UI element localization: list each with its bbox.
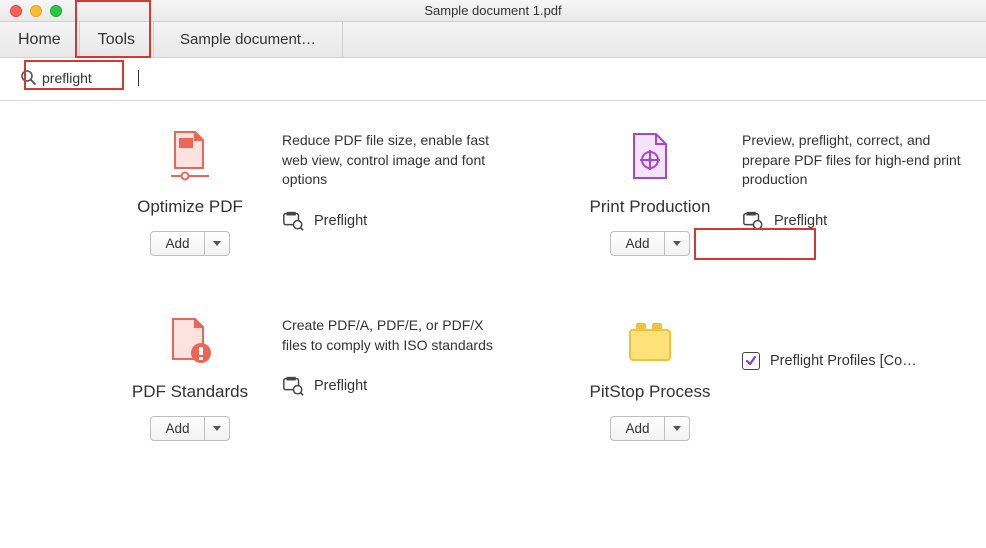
pitstop-process-icon xyxy=(625,316,675,368)
checkbox-icon xyxy=(742,352,760,370)
preflight-icon xyxy=(282,376,304,396)
preflight-link[interactable]: Preflight xyxy=(282,373,520,399)
preflight-link[interactable]: Preflight xyxy=(282,208,520,234)
tool-title: PitStop Process xyxy=(590,382,711,402)
optimize-pdf-icon xyxy=(165,131,215,183)
preflight-label: Preflight xyxy=(774,213,827,229)
print-production-icon xyxy=(625,131,675,183)
tool-title: Optimize PDF xyxy=(137,197,243,217)
search-input[interactable] xyxy=(42,68,132,88)
tool-print-production: Print Production Add Preview, preflight,… xyxy=(580,131,980,256)
add-button[interactable]: Add xyxy=(150,231,204,256)
chevron-down-icon xyxy=(213,241,221,246)
tool-title: PDF Standards xyxy=(132,382,248,402)
tool-pitstop-process: PitStop Process Add Preflight Profiles [… xyxy=(580,316,980,441)
preflight-profiles-label: Preflight Profiles [Co… xyxy=(770,353,917,369)
chevron-down-icon xyxy=(673,426,681,431)
add-dropdown-button[interactable] xyxy=(205,231,230,256)
preflight-link[interactable]: Preflight xyxy=(742,208,980,234)
add-dropdown-button[interactable] xyxy=(205,416,230,441)
window-minimize-button[interactable] xyxy=(30,5,42,17)
preflight-profiles-link[interactable]: Preflight Profiles [Co… xyxy=(742,352,980,370)
tab-tools[interactable]: Tools xyxy=(80,22,154,57)
window-title: Sample document 1.pdf xyxy=(0,3,986,18)
preflight-icon xyxy=(742,211,764,231)
tool-description: Create PDF/A, PDF/E, or PDF/X files to c… xyxy=(282,316,502,355)
search-row xyxy=(0,58,986,96)
tools-content: Optimize PDF Add Reduce PDF file size, e… xyxy=(0,101,986,441)
add-button[interactable]: Add xyxy=(610,231,664,256)
add-dropdown-button[interactable] xyxy=(665,231,690,256)
tab-document[interactable]: Sample document… xyxy=(154,22,343,57)
preflight-label: Preflight xyxy=(314,378,367,394)
chevron-down-icon xyxy=(673,241,681,246)
tool-optimize-pdf: Optimize PDF Add Reduce PDF file size, e… xyxy=(120,131,520,256)
tool-pdf-standards: PDF Standards Add Create PDF/A, PDF/E, o… xyxy=(120,316,520,441)
pdf-standards-icon xyxy=(165,316,215,368)
tab-home[interactable]: Home xyxy=(0,22,80,57)
add-button[interactable]: Add xyxy=(610,416,664,441)
add-dropdown-button[interactable] xyxy=(665,416,690,441)
add-button[interactable]: Add xyxy=(150,416,204,441)
tool-description: Reduce PDF file size, enable fast web vi… xyxy=(282,131,502,190)
chevron-down-icon xyxy=(213,426,221,431)
tool-description: Preview, preflight, correct, and prepare… xyxy=(742,131,962,190)
text-caret xyxy=(138,70,139,86)
main-toolbar: Home Tools Sample document… xyxy=(0,22,986,58)
tool-title: Print Production xyxy=(590,197,711,217)
search-icon xyxy=(20,69,36,88)
preflight-icon xyxy=(282,211,304,231)
window-zoom-button[interactable] xyxy=(50,5,62,17)
titlebar: Sample document 1.pdf xyxy=(0,0,986,22)
window-close-button[interactable] xyxy=(10,5,22,17)
preflight-label: Preflight xyxy=(314,213,367,229)
